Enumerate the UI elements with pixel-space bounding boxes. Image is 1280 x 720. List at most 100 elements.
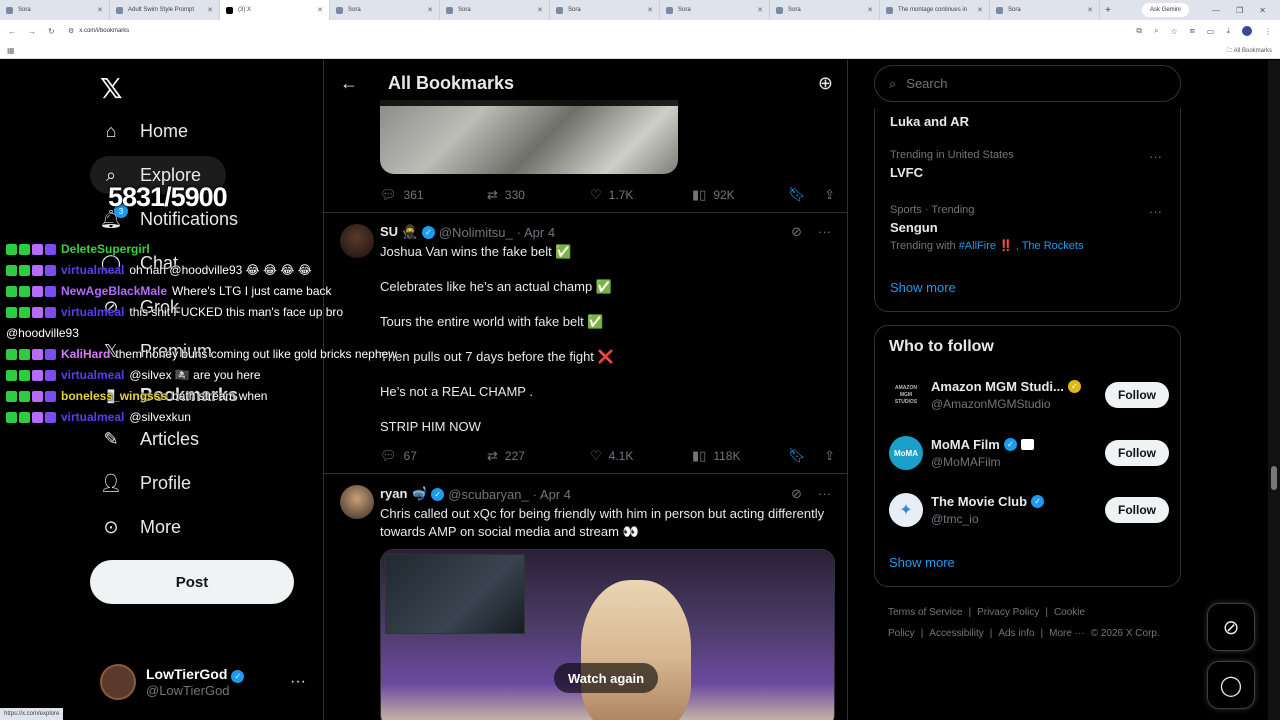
chat-username[interactable]: DeleteSupergirl bbox=[61, 239, 150, 260]
browser-tab[interactable]: Adult Swim Style Prompt ✕ bbox=[110, 0, 220, 20]
tweet-date[interactable]: · Apr 4 bbox=[533, 487, 571, 502]
chat-username[interactable]: virtualmeal bbox=[61, 302, 124, 323]
url-field[interactable]: x.com/i/bookmarks bbox=[79, 28, 129, 34]
star-icon[interactable]: ☆ bbox=[1171, 27, 1178, 36]
nav-home[interactable]: ⌂ Home bbox=[100, 120, 188, 142]
downloads-icon[interactable]: ⤓ bbox=[1226, 26, 1230, 36]
nav-profile[interactable]: 👤︎ Profile bbox=[100, 472, 191, 494]
tweet-author-handle[interactable]: @Nolimitsu_ bbox=[439, 225, 513, 240]
bookmark-filled-icon[interactable]: 🔖︎ bbox=[788, 447, 806, 464]
tweet-author-name[interactable]: ryan 🤿 bbox=[380, 486, 427, 502]
all-bookmarks-folder[interactable]: 🗀 All Bookmarks bbox=[1226, 46, 1272, 56]
tab-close-icon[interactable]: ✕ bbox=[867, 6, 873, 14]
grok-icon[interactable]: ⊘ bbox=[791, 486, 802, 502]
views-action[interactable]: ▮▯ 92K bbox=[692, 187, 735, 203]
tab-close-icon[interactable]: ✕ bbox=[1087, 6, 1093, 14]
trend-item[interactable]: Luka and AR bbox=[890, 110, 1170, 129]
trend-item[interactable]: Trending in United States LVFC ··· bbox=[890, 149, 1170, 180]
profile-avatar[interactable] bbox=[1242, 26, 1252, 36]
show-more-link[interactable]: Show more bbox=[889, 555, 955, 570]
x-logo-icon[interactable]: 𝕏 bbox=[100, 72, 123, 105]
share-icon[interactable]: ⇪ bbox=[824, 187, 835, 203]
tab-close-icon[interactable]: ✕ bbox=[757, 6, 763, 14]
trend-item[interactable]: Sports · Trending Sengun Trending with #… bbox=[890, 204, 1170, 252]
chat-username[interactable]: KaliHard bbox=[61, 344, 110, 365]
follow-suggestion[interactable]: MoMA MoMA Film ✓ @MoMAFilm Follow bbox=[889, 433, 1169, 473]
account-switcher[interactable]: LowTierGod ✓ @LowTierGod ··· bbox=[90, 654, 314, 710]
more-dots-icon[interactable]: ··· bbox=[290, 673, 306, 691]
reply-action[interactable]: 💬︎ 361 bbox=[380, 187, 487, 203]
share-icon[interactable]: ⇪ bbox=[824, 448, 835, 464]
new-tab-button[interactable]: + bbox=[1100, 5, 1116, 16]
browser-tab[interactable]: (3) X ✕ bbox=[220, 0, 330, 20]
follow-button[interactable]: Follow bbox=[1105, 440, 1169, 466]
browser-tab[interactable]: Sora ✕ bbox=[660, 0, 770, 20]
browser-tab[interactable]: The montage continues in ✕ bbox=[880, 0, 990, 20]
minimize-icon[interactable]: — bbox=[1212, 6, 1220, 15]
repost-action[interactable]: ⇄ 227 bbox=[487, 448, 590, 464]
tweet-date[interactable]: · Apr 4 bbox=[517, 225, 555, 240]
tweet-media-image[interactable] bbox=[380, 100, 678, 174]
chat-username[interactable]: virtualmeal bbox=[61, 365, 124, 386]
tab-close-icon[interactable]: ✕ bbox=[647, 6, 653, 14]
footer-link[interactable]: Accessibility bbox=[929, 628, 983, 639]
more-dots-icon[interactable]: ··· bbox=[818, 486, 831, 502]
post-button[interactable]: Post bbox=[90, 560, 294, 604]
scrollbar-thumb[interactable] bbox=[1271, 466, 1277, 490]
tab-close-icon[interactable]: ✕ bbox=[317, 6, 323, 14]
search-input[interactable]: ⌕ Search bbox=[874, 65, 1181, 102]
install-icon[interactable]: ⧉ bbox=[1136, 26, 1142, 36]
browser-tab[interactable]: Sora ✕ bbox=[330, 0, 440, 20]
site-info-icon[interactable]: ⚙ bbox=[68, 27, 74, 35]
more-dots-icon[interactable]: ··· bbox=[818, 224, 831, 240]
tab-close-icon[interactable]: ✕ bbox=[977, 6, 983, 14]
back-icon[interactable]: ← bbox=[8, 27, 16, 36]
ask-gemini-button[interactable]: Ask Gemini bbox=[1142, 3, 1189, 17]
chat-username[interactable]: boneless_wingsss bbox=[61, 386, 167, 407]
nav-articles[interactable]: ✎ Articles bbox=[100, 428, 199, 450]
chat-username[interactable]: virtualmeal bbox=[61, 260, 124, 281]
repost-action[interactable]: ⇄ 330 bbox=[487, 187, 590, 203]
footer-link[interactable]: Ads info bbox=[998, 628, 1034, 639]
browser-tab[interactable]: Sora ✕ bbox=[0, 0, 110, 20]
reload-icon[interactable]: ↻ bbox=[48, 27, 55, 36]
footer-link[interactable]: More ··· bbox=[1049, 628, 1085, 639]
tab-close-icon[interactable]: ✕ bbox=[97, 6, 103, 14]
tab-close-icon[interactable]: ✕ bbox=[537, 6, 543, 14]
reply-action[interactable]: 💬︎ 67 bbox=[380, 448, 487, 464]
like-action[interactable]: ♡ 4.1K bbox=[590, 448, 692, 464]
footer-link[interactable]: Privacy Policy bbox=[977, 607, 1039, 618]
more-dots-icon[interactable]: ··· bbox=[1149, 149, 1162, 164]
watch-again-button[interactable]: Watch again bbox=[554, 663, 659, 693]
chat-username[interactable]: virtualmeal bbox=[61, 407, 124, 428]
grok-icon[interactable]: ⊘ bbox=[791, 224, 802, 240]
follow-button[interactable]: Follow bbox=[1105, 497, 1169, 523]
avatar[interactable] bbox=[340, 485, 374, 519]
browser-tab[interactable]: Sora ✕ bbox=[990, 0, 1100, 20]
extensions-icon[interactable]: ⧈ bbox=[1190, 26, 1195, 36]
grok-fab-icon[interactable]: ⊘ bbox=[1207, 603, 1255, 651]
follow-suggestion[interactable]: ✦ The Movie Club ✓ @tmc_io Follow bbox=[889, 490, 1169, 530]
browser-tab[interactable]: Sora ✕ bbox=[770, 0, 880, 20]
tweet-author-handle[interactable]: @scubaryan_ bbox=[448, 487, 528, 502]
zoom-icon[interactable]: ⌕ bbox=[1154, 26, 1158, 36]
more-dots-icon[interactable]: ··· bbox=[1149, 204, 1162, 219]
apps-grid-icon[interactable]: ▦ bbox=[7, 46, 15, 55]
follow-suggestion[interactable]: AMAZON MGM STUDIOS Amazon MGM Studi... ✓ … bbox=[889, 375, 1169, 415]
show-more-link[interactable]: Show more bbox=[890, 280, 956, 295]
footer-link[interactable]: © 2026 X Corp. bbox=[1091, 628, 1160, 639]
page-scrollbar[interactable] bbox=[1268, 60, 1280, 720]
like-action[interactable]: ♡ 1.7K bbox=[590, 187, 692, 203]
back-arrow-icon[interactable]: ← bbox=[340, 73, 364, 94]
close-icon[interactable]: ✕ bbox=[1259, 6, 1266, 15]
views-action[interactable]: ▮▯ 118K bbox=[692, 448, 740, 464]
restore-icon[interactable]: ❐ bbox=[1236, 6, 1243, 15]
forward-icon[interactable]: → bbox=[28, 27, 36, 36]
browser-tab[interactable]: Sora ✕ bbox=[550, 0, 660, 20]
browser-tab[interactable]: Sora ✕ bbox=[440, 0, 550, 20]
chat-username[interactable]: NewAgeBlackMale bbox=[61, 281, 167, 302]
follow-button[interactable]: Follow bbox=[1105, 382, 1169, 408]
trend-with-tags[interactable]: #AllFire ‼️ , The Rockets bbox=[959, 240, 1084, 252]
tweet-video[interactable]: Watch again bbox=[380, 549, 835, 720]
menu-icon[interactable]: ⋮ bbox=[1264, 27, 1272, 36]
